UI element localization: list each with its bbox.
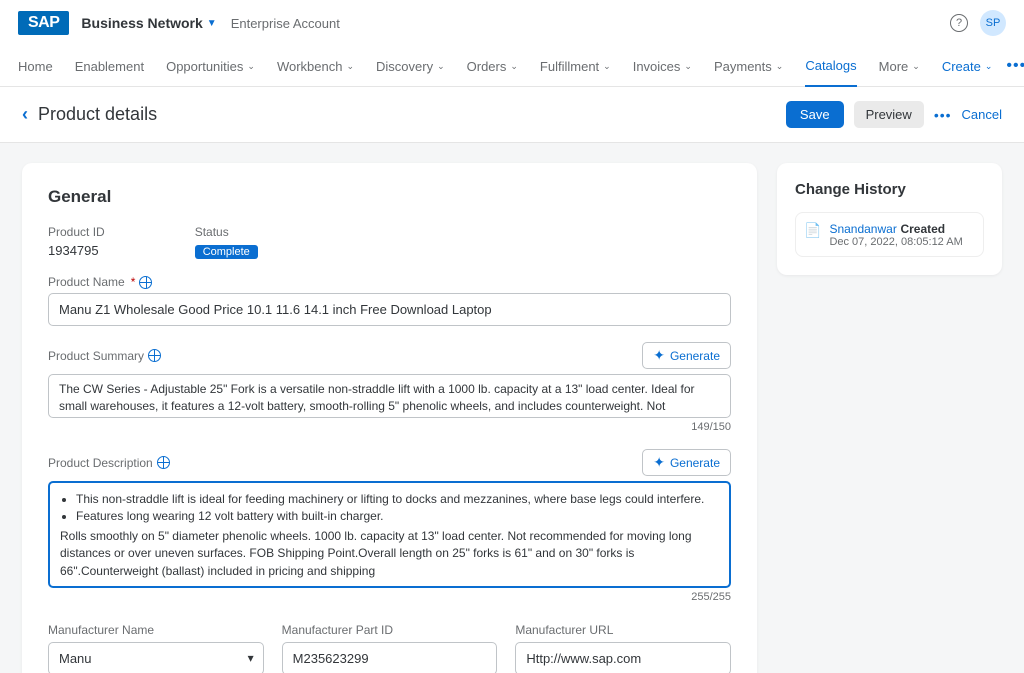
- create-menu[interactable]: Create⌄: [942, 59, 993, 74]
- nav-opportunities[interactable]: Opportunities⌄: [166, 47, 255, 86]
- nav-payments[interactable]: Payments⌄: [714, 47, 783, 86]
- status-label: Status: [195, 225, 258, 239]
- general-heading: General: [48, 187, 731, 207]
- product-name-input[interactable]: [48, 293, 731, 326]
- mfr-part-label: Manufacturer Part ID: [282, 623, 498, 637]
- mfr-name-label: Manufacturer Name: [48, 623, 264, 637]
- globe-icon[interactable]: [148, 349, 161, 362]
- history-action: Created: [900, 222, 945, 236]
- status-badge: Complete: [195, 245, 258, 259]
- globe-icon[interactable]: [139, 276, 152, 289]
- nav-more[interactable]: More⌄: [879, 47, 920, 86]
- product-summary-label: Product Summary: [48, 349, 161, 363]
- action-overflow-icon[interactable]: •••: [934, 107, 952, 123]
- globe-icon[interactable]: [157, 456, 170, 469]
- nav-orders[interactable]: Orders⌄: [467, 47, 518, 86]
- bn-title[interactable]: Business Network: [81, 15, 202, 31]
- preview-button[interactable]: Preview: [854, 101, 924, 128]
- history-entry: 📄 Snandanwar Created Dec 07, 2022, 08:05…: [795, 212, 984, 257]
- nav-invoices[interactable]: Invoices⌄: [633, 47, 692, 86]
- nav-workbench[interactable]: Workbench⌄: [277, 47, 354, 86]
- nav-catalogs[interactable]: Catalogs: [805, 46, 856, 87]
- mfr-url-input[interactable]: [515, 642, 731, 673]
- avatar[interactable]: SP: [980, 10, 1006, 36]
- mfr-part-input[interactable]: [282, 642, 498, 673]
- mfr-url-label: Manufacturer URL: [515, 623, 731, 637]
- spark-icon: ✦: [653, 347, 665, 364]
- mfr-name-select[interactable]: [48, 642, 264, 673]
- save-button[interactable]: Save: [786, 101, 844, 128]
- overflow-menu-icon[interactable]: •••: [1006, 57, 1024, 75]
- document-icon: 📄: [804, 222, 821, 239]
- bn-dropdown-caret[interactable]: ▼: [207, 18, 217, 29]
- product-name-label: Product Name*: [48, 275, 731, 289]
- nav-fulfillment[interactable]: Fulfillment⌄: [540, 47, 611, 86]
- page-title: Product details: [38, 104, 157, 125]
- description-char-count: 255/255: [48, 591, 731, 603]
- spark-icon: ✦: [653, 454, 665, 471]
- chevron-down-icon[interactable]: ▾: [248, 651, 254, 665]
- nav-discovery[interactable]: Discovery⌄: [376, 47, 445, 86]
- nav-enablement[interactable]: Enablement: [75, 47, 144, 86]
- nav-home[interactable]: Home: [18, 47, 53, 86]
- summary-char-count: 149/150: [48, 421, 731, 433]
- product-id-value: 1934795: [48, 243, 105, 258]
- sap-logo: SAP: [18, 11, 69, 35]
- generate-description-button[interactable]: ✦Generate: [642, 449, 731, 476]
- product-id-label: Product ID: [48, 225, 105, 239]
- account-type: Enterprise Account: [231, 16, 340, 31]
- history-user[interactable]: Snandanwar: [829, 222, 896, 236]
- change-history-heading: Change History: [795, 181, 984, 198]
- back-arrow-icon[interactable]: ‹: [22, 104, 28, 125]
- history-timestamp: Dec 07, 2022, 08:05:12 AM: [829, 236, 962, 248]
- product-summary-textarea[interactable]: The CW Series - Adjustable 25" Fork is a…: [48, 374, 731, 418]
- cancel-button[interactable]: Cancel: [962, 107, 1002, 122]
- product-description-label: Product Description: [48, 456, 170, 470]
- help-icon[interactable]: ?: [950, 14, 968, 32]
- product-description-textarea[interactable]: This non-straddle lift is ideal for feed…: [48, 481, 731, 588]
- generate-summary-button[interactable]: ✦Generate: [642, 342, 731, 369]
